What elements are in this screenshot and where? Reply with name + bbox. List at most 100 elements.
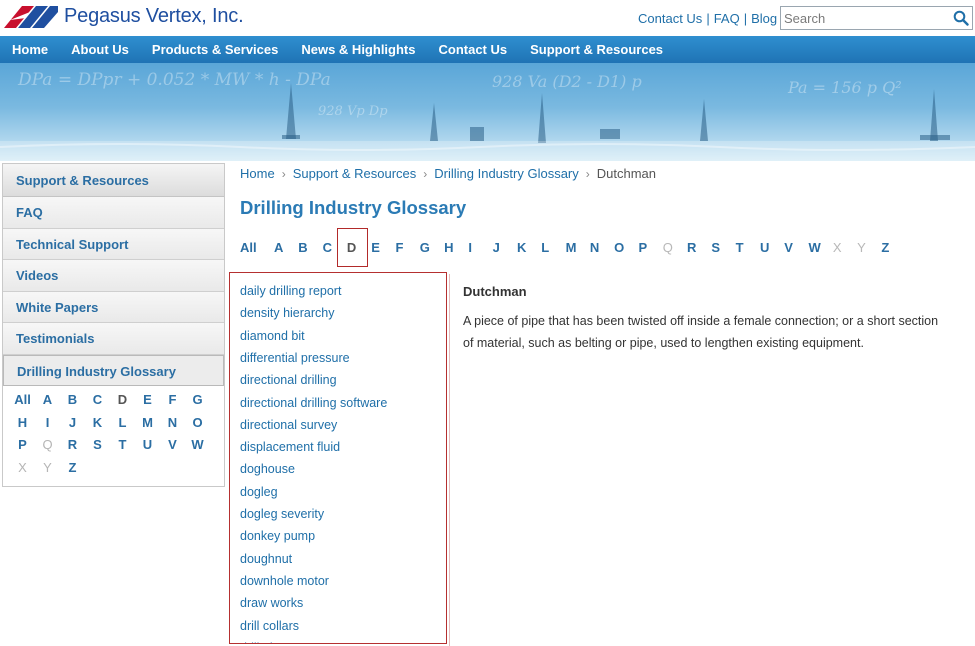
nav-home[interactable]: Home: [0, 42, 59, 57]
search-icon[interactable]: [953, 10, 969, 26]
glossary-term-link[interactable]: directional survey: [240, 418, 337, 432]
glossary-term-link[interactable]: daily drilling report: [240, 284, 341, 298]
breadcrumb-support[interactable]: Support & Resources: [293, 166, 417, 181]
sidebar-item-testimonials[interactable]: Testimonials: [3, 323, 224, 355]
nav-products[interactable]: Products & Services: [140, 42, 289, 57]
sidebar-letter-h[interactable]: H: [10, 412, 35, 435]
sidebar-letter-k[interactable]: K: [85, 412, 110, 435]
sidebar-letter-x: X: [18, 459, 27, 475]
hero-banner: DPa = DPpr + 0.052 * MW * h - DPa 928 Va…: [0, 63, 975, 161]
definition-term: Dutchman: [463, 284, 527, 299]
letter-b[interactable]: B: [298, 240, 322, 255]
pegasus-logo-icon: [4, 5, 58, 28]
sidebar-letter-j[interactable]: J: [60, 412, 85, 435]
divider: [449, 274, 450, 646]
search-box: [780, 6, 973, 30]
main-nav: Home About Us Products & Services News &…: [0, 36, 975, 63]
glossary-term-link[interactable]: doughnut: [240, 552, 292, 566]
sidebar-letter-v[interactable]: V: [160, 434, 185, 457]
glossary-term-list: daily drilling report density hierarchy di…: [229, 272, 447, 644]
sidebar-letter-r[interactable]: R: [60, 434, 85, 457]
sidebar-letter-s[interactable]: S: [85, 434, 110, 457]
glossary-term-link[interactable]: displacement fluid: [240, 440, 340, 454]
chevron-right-icon: ›: [585, 166, 590, 181]
sidebar-item-technical-support[interactable]: Technical Support: [3, 228, 224, 260]
banner-formula: 928 Va (D2 - D1) p: [492, 72, 642, 91]
glossary-term-link[interactable]: directional drilling: [240, 373, 337, 387]
separator: |: [743, 11, 748, 26]
letter-all[interactable]: All: [240, 240, 274, 255]
sidebar-letter-l[interactable]: L: [110, 412, 135, 435]
sidebar-letter-e[interactable]: E: [135, 389, 160, 412]
sidebar-letter-i[interactable]: I: [35, 412, 60, 435]
glossary-term-link[interactable]: directional drilling software: [240, 396, 387, 410]
nav-support[interactable]: Support & Resources: [518, 42, 674, 57]
nav-about[interactable]: About Us: [59, 42, 140, 57]
letter-i[interactable]: I: [468, 240, 492, 255]
letter-j[interactable]: J: [493, 240, 517, 255]
glossary-term-link[interactable]: downhole motor: [240, 574, 329, 588]
letter-s[interactable]: S: [711, 240, 735, 255]
letter-a[interactable]: A: [274, 240, 298, 255]
letter-e[interactable]: E: [371, 240, 395, 255]
top-link-faq[interactable]: FAQ: [714, 11, 740, 26]
sidebar-item-white-papers[interactable]: White Papers: [3, 291, 224, 323]
breadcrumb-home[interactable]: Home: [240, 166, 275, 181]
letter-n[interactable]: N: [590, 240, 614, 255]
sidebar-letter-all[interactable]: All: [10, 389, 35, 412]
sidebar-letter-o[interactable]: O: [185, 412, 210, 435]
nav-contact[interactable]: Contact Us: [426, 42, 518, 57]
sidebar-item-videos[interactable]: Videos: [3, 260, 224, 292]
glossary-term-link[interactable]: dogleg: [240, 485, 278, 499]
letter-w[interactable]: W: [809, 240, 833, 255]
sidebar-letter-b[interactable]: B: [60, 389, 85, 412]
sidebar-letter-g[interactable]: G: [185, 389, 210, 412]
letter-l[interactable]: L: [541, 240, 565, 255]
letter-o[interactable]: O: [614, 240, 638, 255]
sidebar-letter-a[interactable]: A: [35, 389, 60, 412]
banner-formula: Pa = 156 p Q²: [787, 78, 902, 97]
letter-m[interactable]: M: [566, 240, 590, 255]
breadcrumb-glossary[interactable]: Drilling Industry Glossary: [434, 166, 579, 181]
sidebar-letter-m[interactable]: M: [135, 412, 160, 435]
top-link-blog[interactable]: Blog: [751, 11, 777, 26]
letter-k[interactable]: K: [517, 240, 541, 255]
glossary-term-link[interactable]: differential pressure: [240, 351, 350, 365]
glossary-term-link[interactable]: drill pipe: [240, 641, 287, 643]
glossary-term-link[interactable]: density hierarchy: [240, 306, 335, 320]
sidebar-item-glossary[interactable]: Drilling Industry Glossary: [3, 354, 224, 386]
search-input[interactable]: [781, 7, 946, 29]
glossary-term-link[interactable]: diamond bit: [240, 329, 305, 343]
sidebar-letter-d[interactable]: D: [110, 389, 135, 412]
letter-u[interactable]: U: [760, 240, 784, 255]
sidebar-letter-u[interactable]: U: [135, 434, 160, 457]
glossary-term-link[interactable]: donkey pump: [240, 529, 315, 543]
company-name: Pegasus Vertex, Inc.: [64, 5, 244, 27]
breadcrumb: Home › Support & Resources › Drilling In…: [240, 166, 656, 181]
sidebar-letter-n[interactable]: N: [160, 412, 185, 435]
letter-v[interactable]: V: [784, 240, 808, 255]
sidebar-heading[interactable]: Support & Resources: [3, 164, 224, 197]
top-link-contact[interactable]: Contact Us: [638, 11, 702, 26]
sidebar-letter-t[interactable]: T: [110, 434, 135, 457]
glossary-term-link[interactable]: doghouse: [240, 462, 295, 476]
glossary-term-link[interactable]: drill collars: [240, 619, 299, 633]
letter-f[interactable]: F: [395, 240, 419, 255]
letter-p[interactable]: P: [638, 240, 662, 255]
sidebar-letter-f[interactable]: F: [160, 389, 185, 412]
sidebar-item-faq[interactable]: FAQ: [3, 197, 224, 229]
chevron-right-icon: ›: [281, 166, 286, 181]
glossary-term-link[interactable]: draw works: [240, 596, 303, 610]
company-logo[interactable]: Pegasus Vertex, Inc.: [4, 5, 244, 28]
sidebar-letter-w[interactable]: W: [185, 434, 210, 457]
sidebar-letter-c[interactable]: C: [85, 389, 110, 412]
glossary-term-link[interactable]: dogleg severity: [240, 507, 324, 521]
nav-news[interactable]: News & Highlights: [289, 42, 426, 57]
letter-r[interactable]: R: [687, 240, 711, 255]
letter-h[interactable]: H: [444, 240, 468, 255]
letter-z[interactable]: Z: [881, 240, 905, 255]
sidebar-letter-p[interactable]: P: [10, 434, 35, 457]
letter-t[interactable]: T: [736, 240, 760, 255]
sidebar-letter-z[interactable]: Z: [60, 457, 85, 480]
letter-g[interactable]: G: [420, 240, 444, 255]
